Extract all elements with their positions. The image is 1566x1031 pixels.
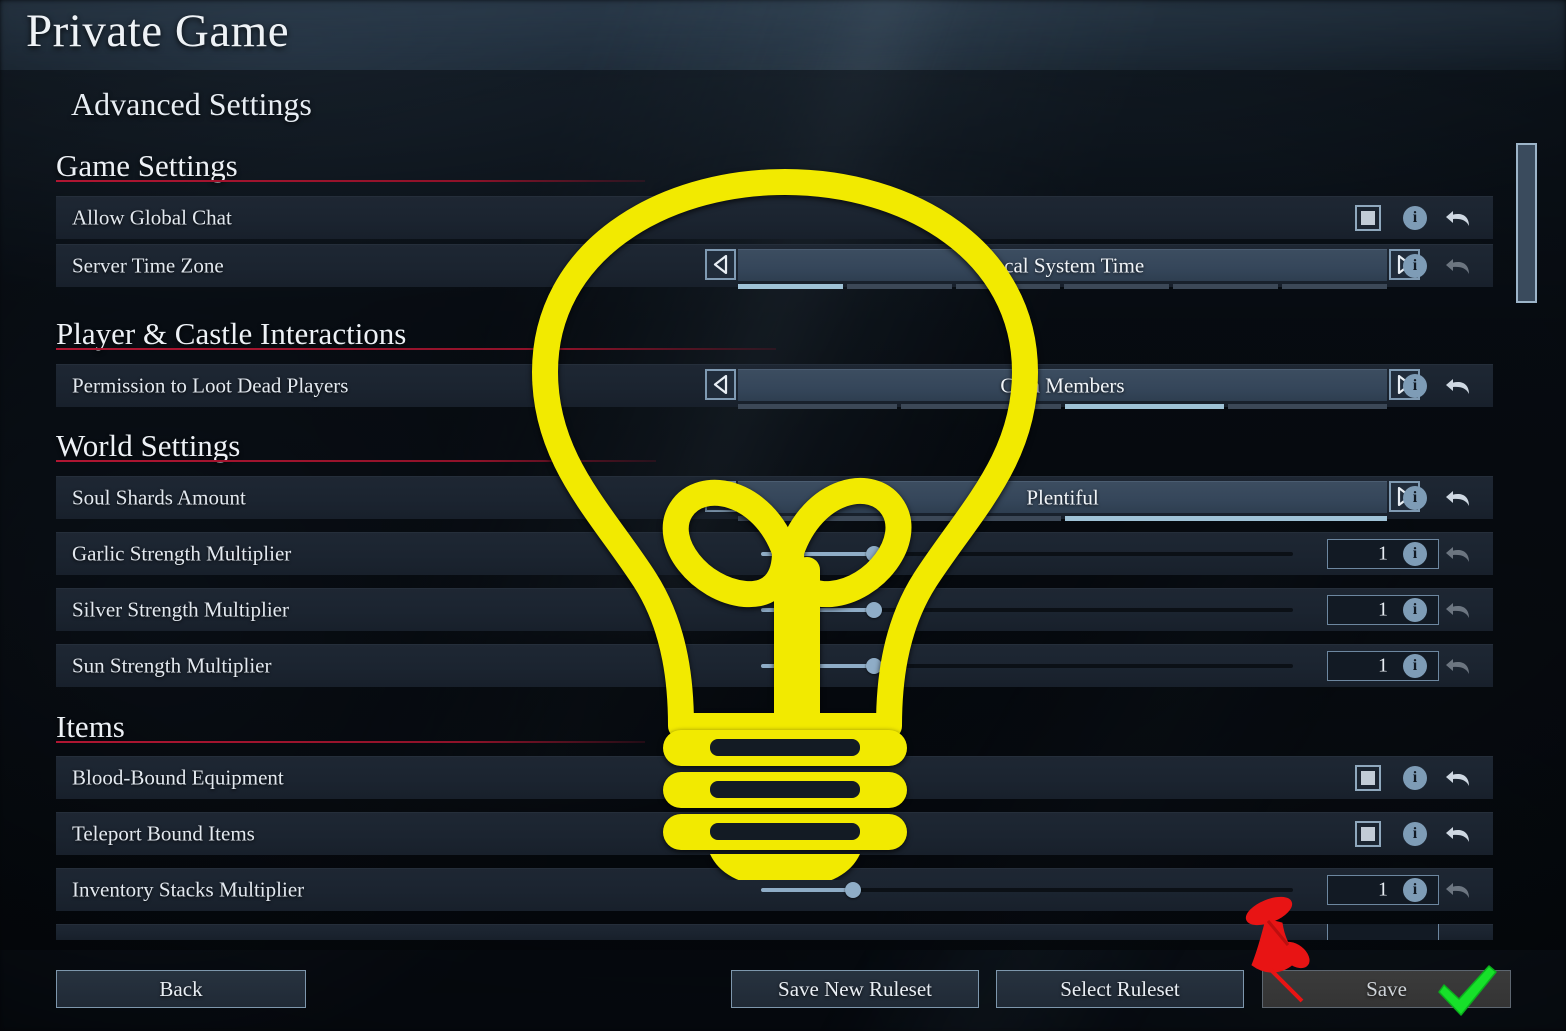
row-label: Inventory Stacks Multiplier (72, 877, 305, 901)
info-icon[interactable]: i (1403, 205, 1427, 230)
select-ruleset-button[interactable]: Select Ruleset (996, 970, 1244, 1008)
row-blood-bound-equipment[interactable]: Blood-Bound Equipment i (56, 756, 1493, 799)
row-garlic-strength-multiplier[interactable]: Garlic Strength Multiplier 1 i (56, 532, 1493, 575)
info-icon[interactable]: i (1403, 877, 1427, 902)
undo-icon[interactable] (1444, 485, 1472, 511)
slider-inventory-stacks-multiplier[interactable] (761, 879, 1293, 901)
info-icon[interactable]: i (1403, 253, 1427, 278)
undo-icon[interactable] (1444, 653, 1472, 679)
dropdown-value: Plentiful (1026, 485, 1099, 509)
undo-icon[interactable] (1444, 877, 1472, 903)
slider-thumb[interactable] (845, 881, 861, 898)
row-label: Sun Strength Multiplier (72, 653, 272, 677)
row-soul-shards-amount[interactable]: Soul Shards Amount Plentiful i (56, 476, 1493, 521)
info-icon[interactable]: i (1403, 653, 1427, 678)
row-label: Garlic Strength Multiplier (72, 541, 292, 565)
checkbox-allow-global-chat[interactable] (1355, 204, 1381, 231)
row-label: Server Time Zone (72, 253, 224, 277)
arrow-left-icon[interactable] (705, 481, 736, 512)
row-permission-to-loot-dead-players[interactable]: Permission to Loot Dead Players Clan Mem… (56, 364, 1493, 409)
section-rule (56, 180, 645, 182)
info-icon[interactable]: i (1403, 485, 1427, 510)
page-title: Private Game (26, 5, 290, 57)
section-header-world-settings: World Settings (56, 428, 241, 463)
info-icon[interactable]: i (1403, 765, 1427, 790)
undo-icon[interactable] (1444, 253, 1472, 279)
slider-thumb[interactable] (866, 657, 882, 674)
section-header-items: Items (56, 709, 125, 744)
slider-thumb[interactable] (866, 545, 882, 562)
green-check-icon (1434, 963, 1500, 1019)
dropdown-soul-shards-amount[interactable]: Plentiful (705, 481, 1420, 521)
row-label: Blood-Bound Equipment (72, 765, 284, 789)
undo-icon[interactable] (1444, 541, 1472, 567)
dropdown-value: Clan Members (1000, 373, 1125, 397)
arrow-left-icon[interactable] (705, 369, 736, 400)
section-header-player-castle-interactions: Player & Castle Interactions (56, 316, 407, 351)
row-teleport-bound-items[interactable]: Teleport Bound Items i (56, 812, 1493, 855)
row-label: Silver Strength Multiplier (72, 597, 289, 621)
info-icon[interactable]: i (1403, 597, 1427, 622)
segment-indicator (738, 516, 1387, 521)
section-rule (56, 741, 645, 743)
dropdown-server-time-zone[interactable]: Local System Time (705, 249, 1420, 289)
row-label: Permission to Loot Dead Players (72, 373, 349, 397)
checkbox-teleport-bound-items[interactable] (1355, 820, 1381, 847)
undo-icon[interactable] (1444, 373, 1472, 399)
checkbox-blood-bound-equipment[interactable] (1355, 764, 1381, 791)
back-button[interactable]: Back (56, 970, 306, 1008)
settings-scroll-area[interactable]: Game Settings Allow Global Chat i Server… (0, 132, 1566, 944)
info-icon[interactable]: i (1403, 373, 1427, 398)
section-header-game-settings: Game Settings (56, 148, 238, 183)
row-label: Teleport Bound Items (72, 821, 255, 845)
pushpin-icon (1238, 893, 1358, 1008)
section-rule (56, 348, 776, 350)
page-subtitle: Advanced Settings (71, 86, 312, 122)
slider-thumb[interactable] (866, 601, 882, 618)
slider-silver-strength-multiplier[interactable] (761, 599, 1293, 621)
info-icon[interactable]: i (1403, 821, 1427, 846)
undo-icon[interactable] (1444, 765, 1472, 791)
slider-sun-strength-multiplier[interactable] (761, 655, 1293, 677)
row-label: Soul Shards Amount (72, 485, 246, 509)
row-label: Allow Global Chat (72, 205, 232, 229)
arrow-left-icon[interactable] (705, 249, 736, 280)
row-sun-strength-multiplier[interactable]: Sun Strength Multiplier 1 i (56, 644, 1493, 687)
undo-icon[interactable] (1444, 205, 1472, 231)
undo-icon[interactable] (1444, 597, 1472, 623)
dropdown-permission-to-loot-dead-players[interactable]: Clan Members (705, 369, 1420, 409)
segment-indicator (738, 404, 1387, 409)
undo-icon[interactable] (1444, 821, 1472, 847)
row-allow-global-chat[interactable]: Allow Global Chat i (56, 196, 1493, 239)
row-server-time-zone[interactable]: Server Time Zone Local System Time i (56, 244, 1493, 289)
slider-garlic-strength-multiplier[interactable] (761, 543, 1293, 565)
dropdown-value: Local System Time (980, 253, 1145, 277)
row-silver-strength-multiplier[interactable]: Silver Strength Multiplier 1 i (56, 588, 1493, 631)
section-rule (56, 460, 656, 462)
vertical-scrollbar-thumb[interactable] (1516, 143, 1537, 303)
segment-indicator (738, 284, 1387, 289)
info-icon[interactable]: i (1403, 541, 1427, 566)
save-new-ruleset-button[interactable]: Save New Ruleset (731, 970, 979, 1008)
